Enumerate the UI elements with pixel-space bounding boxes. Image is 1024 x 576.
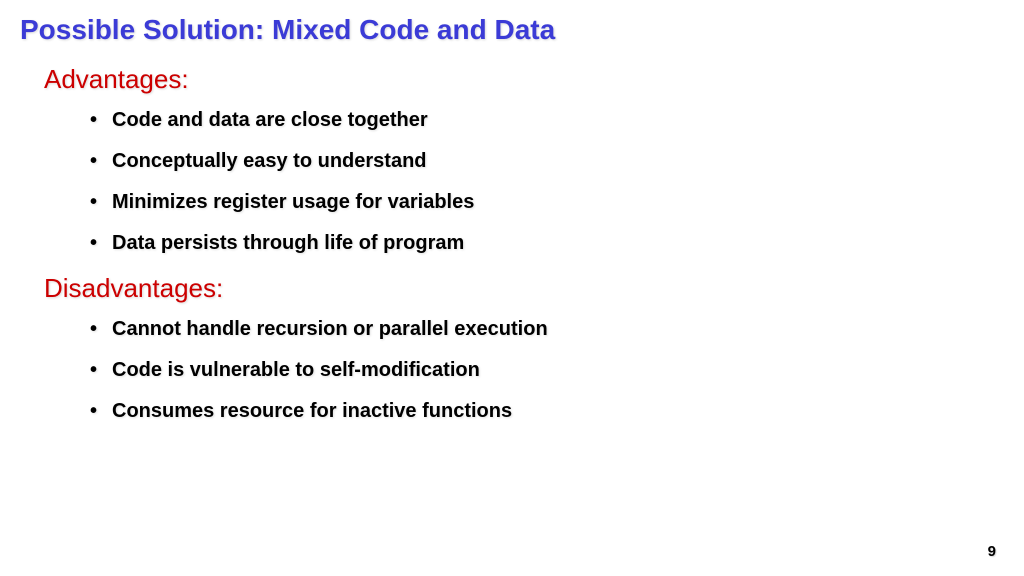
disadvantages-list: Cannot handle recursion or parallel exec… bbox=[90, 318, 1004, 423]
advantages-heading: Advantages: bbox=[44, 64, 1004, 95]
list-item: Code is vulnerable to self-modification bbox=[90, 359, 1004, 382]
list-item: Minimizes register usage for variables bbox=[90, 191, 1004, 214]
list-item: Cannot handle recursion or parallel exec… bbox=[90, 318, 1004, 341]
list-item: Conceptually easy to understand bbox=[90, 150, 1004, 173]
disadvantages-heading: Disadvantages: bbox=[44, 273, 1004, 304]
list-item: Data persists through life of program bbox=[90, 232, 1004, 255]
advantages-list: Code and data are close together Concept… bbox=[90, 109, 1004, 255]
list-item: Code and data are close together bbox=[90, 109, 1004, 132]
page-number: 9 bbox=[988, 543, 996, 560]
list-item: Consumes resource for inactive functions bbox=[90, 400, 1004, 423]
slide-title: Possible Solution: Mixed Code and Data bbox=[20, 14, 1004, 46]
